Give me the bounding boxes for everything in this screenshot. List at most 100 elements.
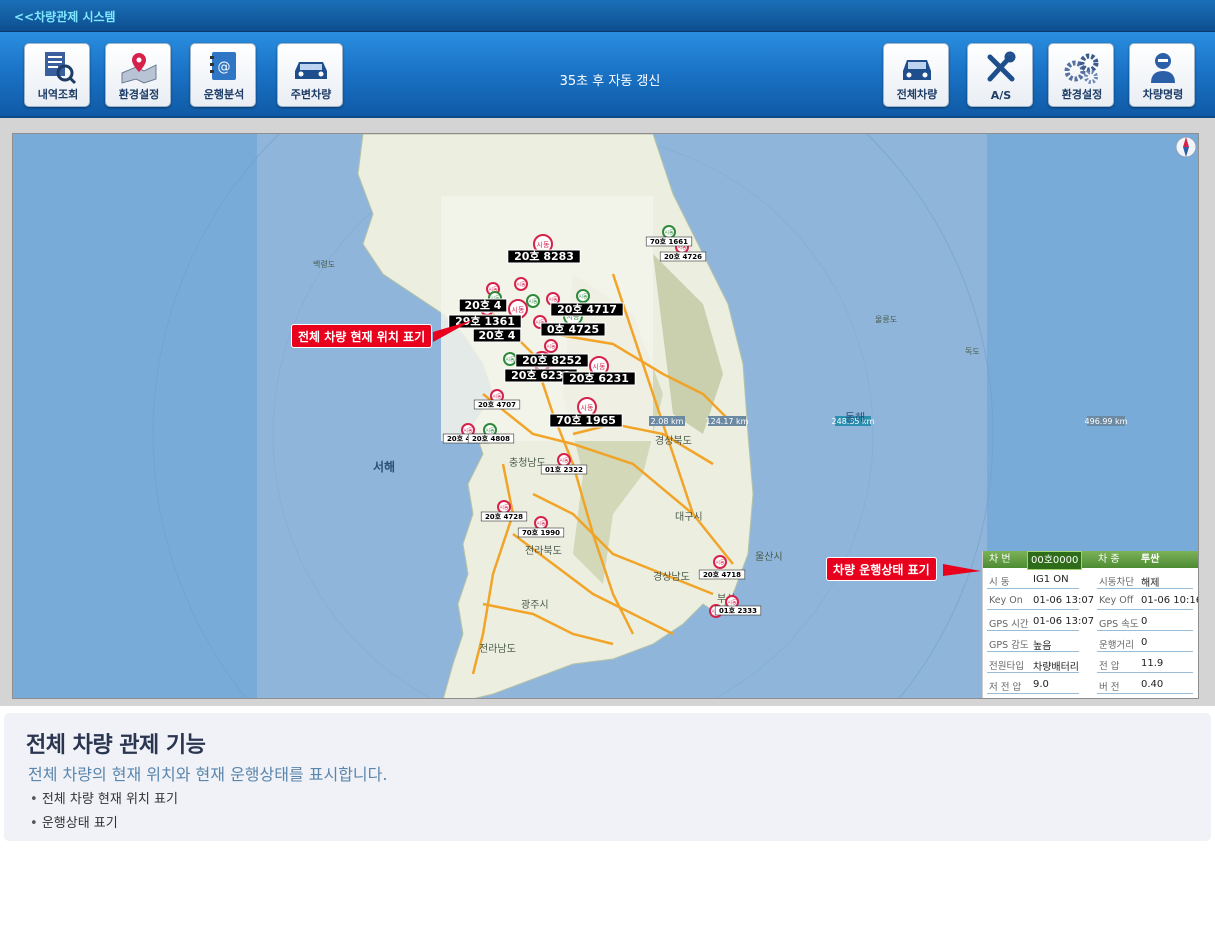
vehicle-marker[interactable]: 시동 (662, 225, 676, 239)
row-divider (1097, 693, 1193, 694)
vehicle-command-button[interactable]: 차량명령 (1129, 43, 1195, 107)
vehicle-marker[interactable]: 시동 (713, 555, 727, 569)
feature-description: 전체 차량 관제 기능 전체 차량의 현재 위치와 현재 운행상태를 표시합니다… (4, 713, 1211, 841)
vehicle-marker[interactable]: 시동 (534, 516, 548, 530)
row-divider (987, 693, 1079, 694)
svg-text:2.08 km: 2.08 km (651, 417, 684, 426)
all-vehicles-button[interactable]: 전체차량 (883, 43, 949, 107)
vehicle-label[interactable]: 0호 4725 (540, 322, 606, 337)
vehicle-marker[interactable]: 시동 (544, 339, 558, 353)
vehicle-label[interactable]: 20호 4718 (698, 569, 746, 580)
svg-text:시동: 시동 (546, 344, 556, 350)
vehicle-command-label: 차량명령 (1142, 88, 1184, 101)
place-label: 경상남도 (653, 570, 690, 583)
vehicle-label[interactable]: 20호 4 (472, 328, 522, 343)
svg-text:시동: 시동 (715, 560, 725, 566)
row-divider (1097, 609, 1193, 610)
svg-text:20호 8252: 20호 8252 (522, 353, 582, 367)
vehicle-panel-row: GPS 시간 01-06 13:07 GPS 속도 0 (983, 613, 1198, 633)
vehicle-label[interactable]: 20호 4728 (480, 511, 528, 522)
place-label: 대구시 (675, 511, 703, 523)
vehicle-field-value: 11.9 (1141, 658, 1164, 669)
gears-icon (1064, 53, 1099, 84)
nearby-vehicles-button[interactable]: 주변차량 (277, 43, 343, 107)
as-button[interactable]: A/S (967, 43, 1033, 107)
auto-refresh-countdown: 35초 후 자동 갱신 (559, 74, 661, 89)
svg-text:20호 6233: 20호 6233 (511, 368, 571, 382)
svg-text:20호 4717: 20호 4717 (557, 302, 617, 316)
vehicle-label[interactable]: 20호 8283 (507, 249, 581, 264)
vehicle-label[interactable]: 01호 2322 (540, 464, 588, 475)
svg-text:시동: 시동 (593, 363, 606, 371)
vehicle-label[interactable]: 20호 4726 (659, 251, 707, 262)
vehicle-panel-row: Key On 01-06 13:07 Key Off 01-06 10:16 (983, 592, 1199, 612)
vehicle-field-value: 9.0 (1033, 679, 1049, 690)
vehicle-label[interactable]: 70호 1965 (549, 413, 623, 428)
vehicle-panel-header: 차 번 00호0000 차 종 투싼 (983, 551, 1198, 570)
driving-analysis-button[interactable]: @ 운행분석 (190, 43, 256, 107)
svg-text:20호 4: 20호 4 (479, 328, 516, 342)
callout-driving-status: 차량 운행상태 표기 (826, 557, 937, 581)
svg-text:01호 2322: 01호 2322 (545, 465, 583, 474)
svg-text:20호 6231: 20호 6231 (569, 371, 629, 385)
history-search-icon (45, 52, 77, 85)
svg-text:70호 1661: 70호 1661 (650, 237, 688, 246)
vehicle-marker[interactable]: 시동 (576, 289, 590, 303)
svg-text:시동: 시동 (492, 394, 502, 400)
vehicle-marker[interactable]: 시동 (503, 352, 517, 366)
vehicle-label[interactable]: 20호 4808 (467, 433, 515, 444)
vehicle-field-value: 01-06 13:07 (1033, 616, 1095, 627)
place-label: 광주시 (521, 599, 549, 611)
vehicle-marker[interactable]: 시동 (526, 294, 540, 308)
env-settings-map-button[interactable]: 환경설정 (105, 43, 171, 107)
vehicle-field-label: Key On (989, 595, 1023, 606)
feature-title: 전체 차량 관제 기능 (26, 733, 206, 758)
feature-bullet: 전체 차량 현재 위치 표기 (30, 789, 178, 813)
vehicle-field-value: IG1 ON (1033, 574, 1069, 585)
vehicle-field-value: 01-06 10:16 (1141, 595, 1199, 606)
env-settings-label: 환경설정 (1061, 88, 1103, 101)
vehicle-marker[interactable]: 시동 (497, 500, 511, 514)
svg-text:20호 4726: 20호 4726 (664, 252, 702, 261)
place-label: 울산시 (755, 551, 783, 563)
vehicle-field-value: 해제 (1141, 578, 1160, 589)
vehicle-label[interactable]: 20호 8252 (515, 353, 589, 368)
svg-text:20호 8283: 20호 8283 (514, 249, 574, 263)
vehicle-marker[interactable]: 시동 (514, 277, 528, 291)
svg-text:시동: 시동 (664, 230, 674, 236)
vehicle-field-value: 0.40 (1141, 679, 1164, 690)
plate-number: 00호0000 (1027, 551, 1083, 570)
feature-bullet: 운행상태 표기 (30, 813, 178, 837)
history-button-label: 내역조회 (37, 88, 79, 101)
vehicle-label[interactable]: 70호 1661 (645, 236, 693, 247)
vehicle-panel-row: 전원타입 차량배터리 전 압 11.9 (983, 655, 1198, 675)
svg-text:@: @ (218, 60, 231, 75)
vehicle-label[interactable]: 70호 1990 (517, 527, 565, 538)
history-button[interactable]: 내역조회 (24, 43, 90, 107)
vehicle-label[interactable]: 20호 4707 (473, 399, 521, 410)
vehicle-panel-row: GPS 감도 높음 운행거리 0 (983, 634, 1198, 654)
vehicle-marker[interactable]: 시동 (557, 453, 571, 467)
svg-text:20호 4: 20호 4 (465, 298, 502, 312)
vehicle-label[interactable]: 20호 6231 (562, 371, 636, 386)
svg-text:20호 4707: 20호 4707 (478, 400, 516, 409)
svg-text:01호 2333: 01호 2333 (719, 606, 757, 615)
env-settings-button[interactable]: 환경설정 (1048, 43, 1114, 107)
vehicle-field-label: 저 전 압 (989, 682, 1022, 693)
app-title: <<차량관제 시스템 (14, 10, 116, 24)
svg-text:20호 4728: 20호 4728 (485, 512, 523, 521)
vehicle-map[interactable]: 2.08 km 124.17 km 248.35 km 496.99 km 경상… (12, 133, 1199, 699)
svg-text:70호 1965: 70호 1965 (556, 413, 616, 427)
row-divider (987, 630, 1079, 631)
vehicle-field-label: GPS 감도 (989, 640, 1029, 651)
vehicle-label[interactable]: 01호 2333 (714, 605, 762, 616)
vehicle-label[interactable]: 20호 4 (458, 298, 508, 313)
svg-text:시동: 시동 (499, 505, 509, 511)
nearby-vehicles-label: 주변차량 (290, 88, 332, 101)
svg-text:시동: 시동 (528, 299, 538, 305)
row-divider (987, 609, 1079, 610)
place-label: 독도 (965, 347, 980, 356)
vehicle-label[interactable]: 20호 4717 (550, 302, 624, 317)
feature-bullet-list: 전체 차량 현재 위치 표기 운행상태 표기 (30, 789, 178, 837)
plate-label: 차 번 (989, 554, 1011, 565)
